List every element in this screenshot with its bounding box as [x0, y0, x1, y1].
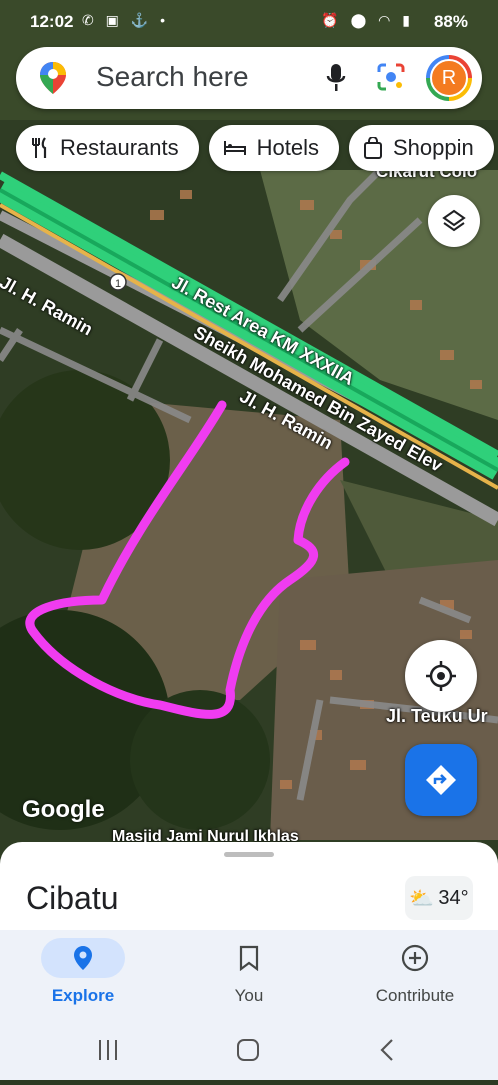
- system-navigation-bar: [0, 1022, 498, 1080]
- home-icon[interactable]: [237, 1039, 259, 1061]
- bottom-navigation: Explore You Contribute: [0, 930, 498, 1030]
- google-lens-icon[interactable]: [376, 62, 406, 97]
- avatar-letter: R: [430, 59, 468, 97]
- category-chips: Restaurants Hotels Shoppin: [16, 125, 494, 171]
- whatsapp-icon: ✆: [82, 12, 98, 28]
- directions-icon: [426, 765, 456, 795]
- partly-sunny-icon: ⛅: [409, 887, 435, 910]
- nav-explore-pill: [41, 938, 125, 978]
- usb-icon: ⚓: [130, 12, 153, 28]
- directions-button[interactable]: [405, 744, 477, 816]
- crosshair-icon: [426, 661, 456, 691]
- microphone-icon[interactable]: [326, 63, 346, 98]
- search-bar[interactable]: Search here R: [16, 47, 482, 109]
- nav-label: Explore: [51, 986, 115, 1005]
- nav-you-pill: [207, 938, 291, 978]
- nav-label: You: [234, 986, 264, 1005]
- chip-label: Shoppin: [392, 135, 474, 160]
- bottom-sheet[interactable]: Cibatu ⛅ 34°: [0, 842, 498, 932]
- nav-explore[interactable]: Explore: [8, 938, 158, 1006]
- location-icon: ⬤: [350, 12, 371, 28]
- place-title: Cibatu: [26, 880, 119, 916]
- system-icons: ⏰ ⬤ ◠ ▮: [321, 12, 414, 29]
- fork-knife-icon: [32, 137, 47, 158]
- chip-shopping[interactable]: Shoppin: [348, 125, 494, 171]
- back-icon[interactable]: [380, 1039, 393, 1061]
- nav-label: Contribute: [375, 986, 455, 1005]
- nav-you[interactable]: You: [174, 938, 324, 1006]
- shopping-bag-icon: [363, 137, 382, 159]
- chip-hotels[interactable]: Hotels: [208, 125, 339, 171]
- recent-apps-icon[interactable]: [99, 1040, 117, 1060]
- weather-chip[interactable]: ⛅ 34°: [405, 876, 473, 920]
- chip-restaurants[interactable]: Restaurants: [16, 125, 199, 171]
- road-shield: 1: [115, 278, 121, 290]
- signal-icon: ▮: [402, 12, 414, 28]
- status-time: 12:02: [30, 12, 74, 31]
- sheet-drag-handle[interactable]: [224, 852, 274, 857]
- add-circle-icon: [401, 944, 429, 972]
- google-maps-pin-icon: [38, 61, 68, 100]
- bookmark-icon: [239, 945, 259, 971]
- chip-label: Hotels: [256, 135, 319, 160]
- layers-icon: [442, 209, 466, 232]
- battery-level: 88%: [433, 12, 468, 31]
- alarm-icon: ⏰: [321, 12, 343, 28]
- account-avatar[interactable]: R: [426, 55, 472, 101]
- location-pin-icon: [74, 946, 92, 970]
- my-location-button[interactable]: [405, 640, 477, 712]
- wifi-icon: ◠: [378, 12, 395, 28]
- search-input[interactable]: Search here: [96, 61, 249, 93]
- dot-icon: •: [160, 12, 169, 28]
- chip-label: Restaurants: [60, 135, 179, 160]
- nav-contribute[interactable]: Contribute: [340, 938, 490, 1006]
- gallery-icon: ▣: [105, 12, 123, 28]
- notification-icons: ✆ ▣ ⚓ •: [82, 12, 169, 29]
- nav-contribute-pill: [373, 938, 457, 978]
- google-attribution: Google: [22, 796, 105, 823]
- layers-button[interactable]: [428, 195, 480, 247]
- temperature: 34°: [438, 886, 469, 909]
- status-bar: 12:02 ✆ ▣ ⚓ • ⏰ ⬤ ◠ ▮ 88%: [0, 0, 498, 46]
- bed-icon: [223, 141, 246, 155]
